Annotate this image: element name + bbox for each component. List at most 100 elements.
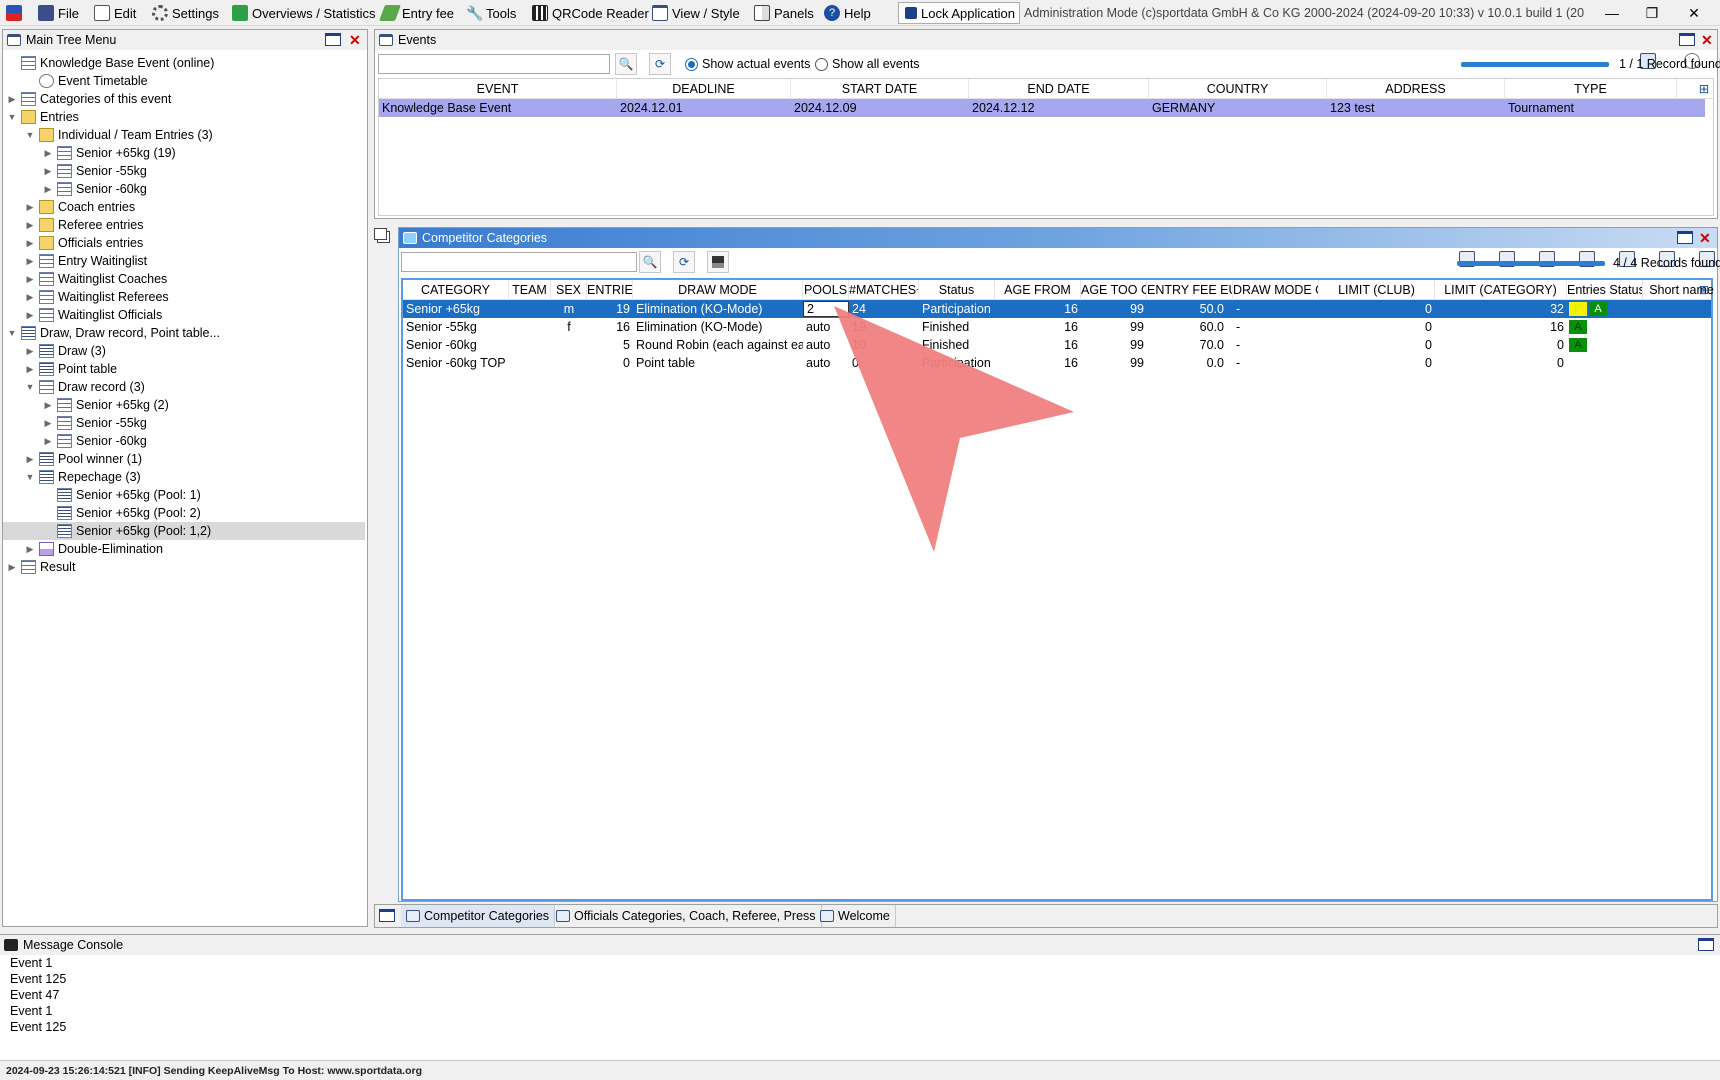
menu-qrcode[interactable]: QRCode Reader [532, 2, 649, 24]
table-row[interactable]: Knowledge Base Event 2024.12.01 2024.12.09… [379, 99, 1705, 117]
tree-item[interactable]: ▶ Senior +65kg (2) [3, 396, 365, 414]
tree-item[interactable]: ▶ Referee entries [3, 216, 365, 234]
column-header[interactable]: EVENT [379, 79, 617, 99]
tree-item[interactable]: ▼ Individual / Team Entries (3) [3, 126, 365, 144]
expand-down-icon[interactable]: ▼ [7, 328, 17, 338]
column-header[interactable]: ENTRIES [587, 280, 633, 300]
expand-down-icon[interactable]: ▼ [7, 112, 17, 122]
column-header[interactable]: DRAW MODE [633, 280, 803, 300]
expand-right-icon[interactable]: ▶ [43, 418, 53, 429]
maximize-tree-button[interactable] [325, 33, 341, 49]
column-header[interactable]: LIMIT (CLUB) [1319, 280, 1435, 300]
menu-panels[interactable]: Panels [754, 2, 814, 24]
column-header[interactable]: LIMIT (CATEGORY) [1435, 280, 1567, 300]
maximize-events-button[interactable] [1679, 33, 1695, 49]
expand-right-icon[interactable]: ▶ [7, 94, 17, 105]
menu-view-style[interactable]: View / Style [652, 2, 740, 24]
expand-right-icon[interactable]: ▶ [43, 436, 53, 447]
expand-right-icon[interactable]: ▶ [25, 220, 35, 231]
tree-item[interactable]: Senior +65kg (Pool: 1,2) [3, 522, 365, 540]
column-header[interactable]: TEAM [509, 280, 551, 300]
expand-right-icon[interactable]: ▶ [25, 454, 35, 465]
expand-down-icon[interactable]: ▼ [25, 382, 35, 392]
close-events-button[interactable]: ✕ [1701, 33, 1713, 47]
column-header[interactable]: ADDRESS [1327, 79, 1505, 99]
expand-right-icon[interactable]: ▶ [25, 310, 35, 321]
expand-right-icon[interactable]: ▶ [25, 544, 35, 555]
events-search-button[interactable]: 🔍 [615, 53, 637, 75]
tree-item[interactable]: ▶ Point table [3, 360, 365, 378]
tab-welcome[interactable]: Welcome [815, 905, 896, 927]
tab-competitor-categories[interactable]: Competitor Categories [401, 905, 556, 927]
tree-item[interactable]: ▶ Double-Elimination [3, 540, 365, 558]
expand-right-icon[interactable]: ▶ [43, 184, 53, 195]
expand-right-icon[interactable]: ▶ [25, 274, 35, 285]
tree-item[interactable]: Senior +65kg (Pool: 1) [3, 486, 365, 504]
expand-down-icon[interactable]: ▼ [25, 130, 35, 140]
tree-item[interactable]: ▶ Officials entries [3, 234, 365, 252]
close-categories-button[interactable]: ✕ [1699, 231, 1711, 245]
column-chooser-icon[interactable]: ⊞ [1697, 79, 1711, 99]
show-actual-radio[interactable]: Show actual events [685, 57, 810, 71]
tree-item[interactable]: ▶ Senior -55kg [3, 162, 365, 180]
lock-application-button[interactable]: Lock Application [898, 2, 1020, 24]
expand-right-icon[interactable]: ▶ [25, 346, 35, 357]
column-header[interactable]: #MATCHES~ [849, 280, 919, 300]
expand-right-icon[interactable]: ▶ [25, 364, 35, 375]
menu-overviews[interactable]: Overviews / Statistics [232, 2, 376, 24]
expand-right-icon[interactable]: ▶ [25, 292, 35, 303]
column-header[interactable]: DEADLINE [617, 79, 791, 99]
column-header[interactable]: END DATE [969, 79, 1149, 99]
tree-item[interactable]: ▶ Waitinglist Officials [3, 306, 365, 324]
column-header[interactable]: AGE TOO OLD [1081, 280, 1147, 300]
tree-item[interactable]: ▼ Entries [3, 108, 365, 126]
tree-item[interactable]: ▶ Draw (3) [3, 342, 365, 360]
events-search-input[interactable] [378, 54, 610, 74]
tree-item[interactable]: ▶ Waitinglist Coaches [3, 270, 365, 288]
maximize-console-button[interactable] [1698, 938, 1714, 954]
show-all-radio[interactable]: Show all events [815, 57, 920, 71]
column-header[interactable]: START DATE [791, 79, 969, 99]
categories-refresh-button[interactable]: ⟳ [673, 251, 695, 273]
tree-item[interactable]: ▶ Waitinglist Referees [3, 288, 365, 306]
column-header[interactable]: ENTRY FEE EUR [1147, 280, 1233, 300]
tree-item[interactable]: ▶ Senior +65kg (19) [3, 144, 365, 162]
close-window-button[interactable]: ✕ [1674, 2, 1714, 24]
expand-down-icon[interactable]: ▼ [25, 472, 35, 482]
column-header[interactable]: COUNTRY [1149, 79, 1327, 99]
menu-edit[interactable]: Edit [94, 2, 136, 24]
tree-item[interactable]: ▶ Senior -55kg [3, 414, 365, 432]
categories-search-button[interactable]: 🔍 [639, 251, 661, 273]
expand-right-icon[interactable]: ▶ [43, 166, 53, 177]
column-header[interactable]: AGE FROM [995, 280, 1081, 300]
menu-settings[interactable]: Settings [152, 2, 219, 24]
tree-item[interactable]: ▼ Repechage (3) [3, 468, 365, 486]
tree-item[interactable]: ▶ Result [3, 558, 365, 576]
column-header[interactable]: Entries Status [1567, 280, 1643, 300]
expand-right-icon[interactable]: ▶ [43, 400, 53, 411]
column-chooser-icon[interactable]: ⊞ [1697, 280, 1711, 300]
close-tree-button[interactable]: ✕ [349, 33, 361, 47]
tree-item[interactable]: ▼ Draw record (3) [3, 378, 365, 396]
events-refresh-button[interactable]: ⟳ [649, 53, 671, 75]
categories-save-button[interactable] [707, 251, 729, 273]
tree-item[interactable]: ▶ Coach entries [3, 198, 365, 216]
tab-officials-categories[interactable]: Officials Categories, Coach, Referee, Pr… [551, 905, 822, 927]
tab-window-icon[interactable] [379, 909, 395, 925]
column-header[interactable]: CATEGORY [403, 280, 509, 300]
column-header[interactable]: DRAW MODE OPTI... [1233, 280, 1319, 300]
expand-right-icon[interactable]: ▶ [7, 562, 17, 573]
tree-item[interactable]: ▶ Pool winner (1) [3, 450, 365, 468]
tree-item[interactable]: Senior +65kg (Pool: 2) [3, 504, 365, 522]
menu-file[interactable]: File [38, 2, 79, 24]
column-header[interactable]: Status [919, 280, 995, 300]
menu-help[interactable]: ? Help [824, 2, 871, 24]
categories-search-input[interactable] [401, 252, 637, 272]
expand-right-icon[interactable]: ▶ [43, 148, 53, 159]
tree-item[interactable]: ▶ Categories of this event [3, 90, 365, 108]
column-header[interactable]: TYPE [1505, 79, 1677, 99]
tree-item[interactable]: Event Timetable [3, 72, 365, 90]
menu-entry-fee[interactable]: Entry fee [379, 2, 454, 24]
tree-item[interactable]: ▶ Senior -60kg [3, 432, 365, 450]
minimize-button[interactable]: — [1592, 2, 1632, 24]
